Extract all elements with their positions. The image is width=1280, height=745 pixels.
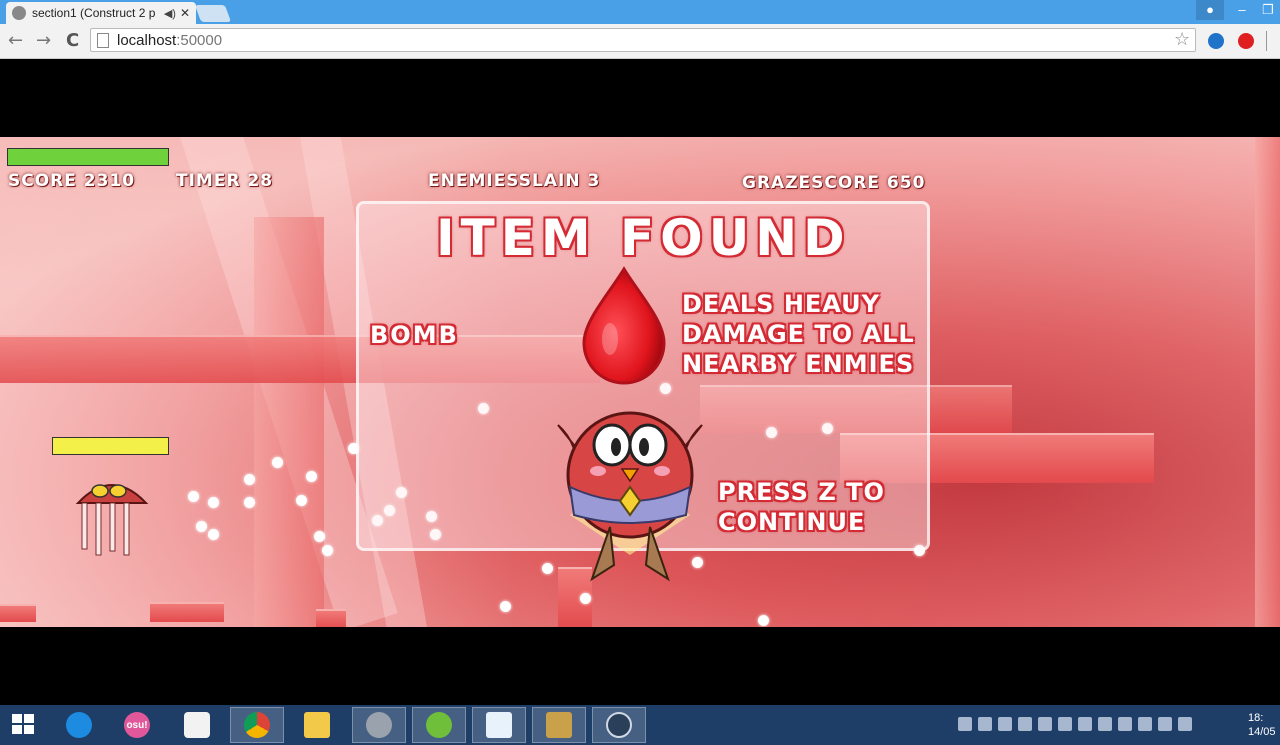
paint-icon[interactable]: [412, 707, 466, 743]
speaker-icon[interactable]: ◀): [164, 7, 176, 20]
construct-favicon-icon: [12, 6, 26, 20]
osu-icon[interactable]: osu!: [110, 707, 164, 743]
hud-enemies-slain: ENEMIESSLAIN 3: [428, 171, 601, 191]
minimize-button[interactable]: –: [1228, 0, 1256, 20]
new-tab-button[interactable]: [194, 5, 232, 22]
jellyfish-enemy: [75, 484, 149, 556]
signal-icon[interactable]: [1098, 717, 1112, 731]
enemy-bullet: [580, 593, 591, 604]
item-desc-line: NEARBY ENMIES: [682, 350, 915, 378]
clock-date: 14/05: [1248, 726, 1276, 738]
enemy-bullet: [244, 497, 255, 508]
bluetooth-icon[interactable]: [1058, 717, 1072, 731]
enemy-bullet: [306, 471, 317, 482]
dialog-title: ITEM FOUND: [436, 209, 851, 267]
address-bar[interactable]: localhost :50000: [90, 28, 1196, 52]
platform: [316, 609, 346, 627]
continue-prompt: PRESS Z TO CONTINUE: [718, 477, 885, 537]
user-icon[interactable]: ●: [1196, 0, 1224, 20]
enemy-bullet: [296, 495, 307, 506]
browser-toolbar: ← → C localhost :50000 ☆: [0, 24, 1280, 59]
item-name: BOMB: [370, 321, 459, 349]
system-tray: [958, 717, 1192, 731]
tab-close-button[interactable]: ✕: [180, 6, 190, 20]
address-host: localhost: [117, 31, 177, 49]
enemy-bullet: [188, 491, 199, 502]
item-desc-line: DAMAGE TO ALL: [682, 320, 915, 348]
reload-button[interactable]: C: [66, 30, 79, 51]
item-desc-line: DEALS HEAUY: [682, 290, 881, 318]
league-of-legends-icon[interactable]: [532, 707, 586, 743]
chrome-icon[interactable]: [230, 707, 284, 743]
enemy-bullet: [244, 474, 255, 485]
settings-icon[interactable]: [352, 707, 406, 743]
volume-icon[interactable]: [1158, 717, 1172, 731]
enemy-bullet: [208, 529, 219, 540]
bomb-drop-icon: [582, 266, 666, 385]
enemy-bullet: [500, 601, 511, 612]
windows-taskbar: osu! 18: 14/05: [0, 705, 1280, 745]
enemy-bullet: [322, 545, 333, 556]
prompt-line: PRESS Z TO: [718, 478, 885, 506]
browser-tab[interactable]: section1 (Construct 2 p ◀) ✕: [6, 2, 196, 24]
platform: [150, 602, 224, 622]
bookmark-star-icon[interactable]: ☆: [1174, 29, 1190, 50]
tray-icon[interactable]: [1018, 717, 1032, 731]
player-health-bar: [7, 148, 169, 166]
extension-globe-icon[interactable]: [1208, 33, 1224, 49]
hud-timer: TIMER 28: [176, 171, 274, 191]
browser-titlebar: section1 (Construct 2 p ◀) ✕ ● – ❐: [0, 0, 1280, 24]
tray-icon[interactable]: [1038, 717, 1052, 731]
system-clock[interactable]: 18: 14/05: [1248, 711, 1276, 739]
enemy-bullet: [196, 521, 207, 532]
clock-time: 18:: [1248, 712, 1264, 724]
address-port: :50000: [176, 31, 223, 49]
hud-score: SCORE 2310: [8, 171, 136, 191]
page-icon: [97, 32, 109, 48]
hud-graze-score: GRAZESCORE 650: [742, 173, 926, 193]
enemy-bullet: [272, 457, 283, 468]
background-pillar: [1255, 137, 1280, 627]
enemy-bullet: [314, 531, 325, 542]
tray-icon[interactable]: [1178, 717, 1192, 731]
tray-icon[interactable]: [978, 717, 992, 731]
feather-icon[interactable]: [472, 707, 526, 743]
game-canvas[interactable]: SCORE 2310 TIMER 28 ENEMIESSLAIN 3 GRAZE…: [0, 137, 1280, 627]
browser-menu-button[interactable]: [1266, 31, 1277, 51]
restore-button[interactable]: ❐: [1254, 0, 1280, 20]
flag-icon[interactable]: [1118, 717, 1132, 731]
background-pillar: [254, 217, 324, 627]
apps-grid-icon[interactable]: [170, 707, 224, 743]
tray-icon[interactable]: [1078, 717, 1092, 731]
platform: [0, 604, 36, 622]
tab-title: section1 (Construct 2 p: [32, 6, 156, 20]
enemy-bullet: [208, 497, 219, 508]
windows-start-icon[interactable]: [12, 714, 36, 736]
enemy-bullet: [758, 615, 769, 626]
forward-button[interactable]: →: [36, 30, 51, 51]
enemy-health-bar: [52, 437, 169, 455]
steam-icon[interactable]: [592, 707, 646, 743]
back-button[interactable]: ←: [8, 30, 23, 51]
extension-opera-icon[interactable]: [1238, 33, 1254, 49]
player-bird-character: [557, 411, 703, 582]
file-explorer-icon[interactable]: [290, 707, 344, 743]
tray-icon[interactable]: [998, 717, 1012, 731]
tray-icon[interactable]: [958, 717, 972, 731]
internet-explorer-icon[interactable]: [52, 707, 106, 743]
prompt-line: CONTINUE: [718, 508, 866, 536]
tray-icon[interactable]: [1138, 717, 1152, 731]
item-description: DEALS HEAUY DAMAGE TO ALL NEARBY ENMIES: [682, 289, 915, 379]
